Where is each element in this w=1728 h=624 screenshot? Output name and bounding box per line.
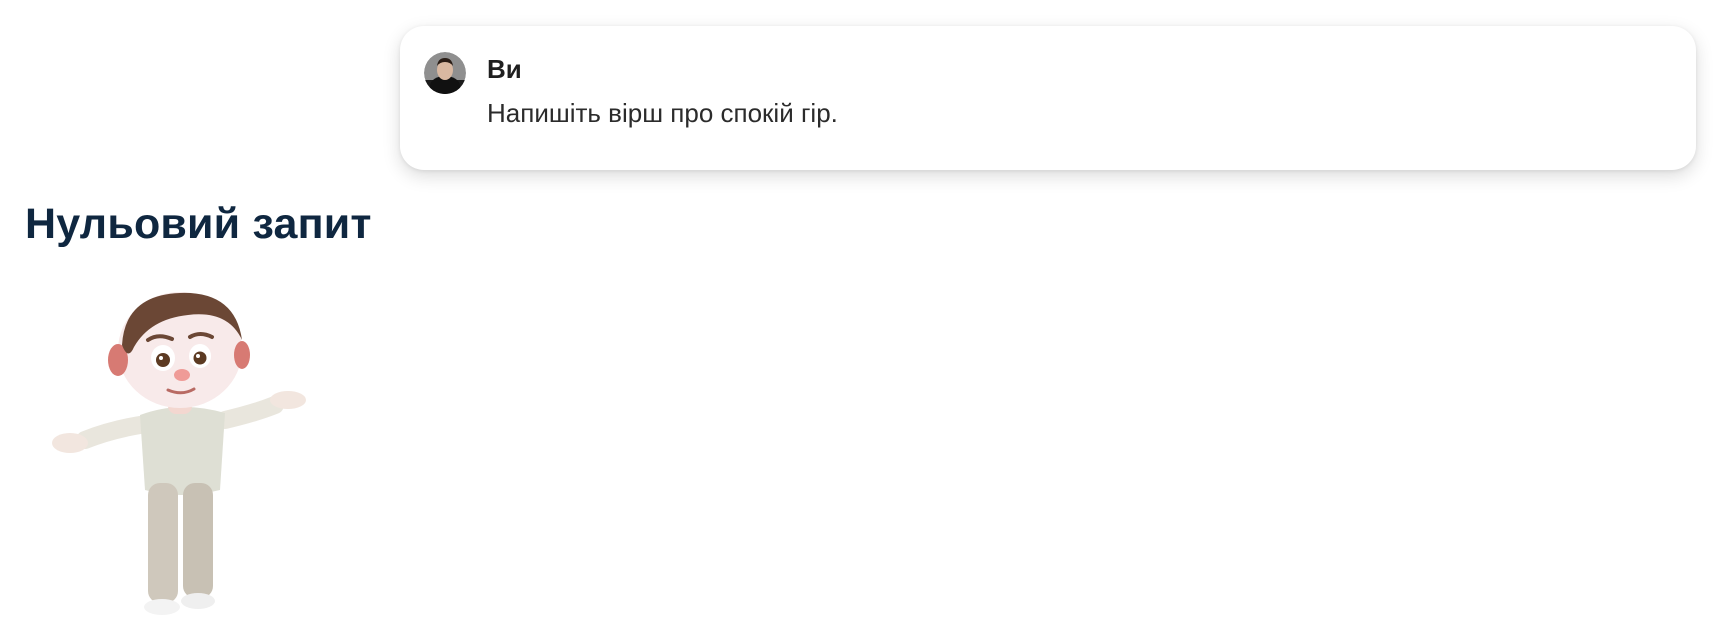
user-message-card: Ви Напишіть вірш про спокій гір. — [400, 26, 1696, 170]
character-illustration — [40, 285, 310, 620]
section-title: Нульовий запит — [25, 200, 372, 248]
shrugging-boy-icon — [52, 292, 306, 615]
message-text: Напишіть вірш про спокій гір. — [487, 98, 838, 128]
page: Ви Напишіть вірш про спокій гір. Нульови… — [0, 0, 1728, 624]
sender-name: Ви — [487, 54, 522, 84]
user-avatar — [424, 52, 466, 94]
avatar-icon — [424, 52, 466, 94]
